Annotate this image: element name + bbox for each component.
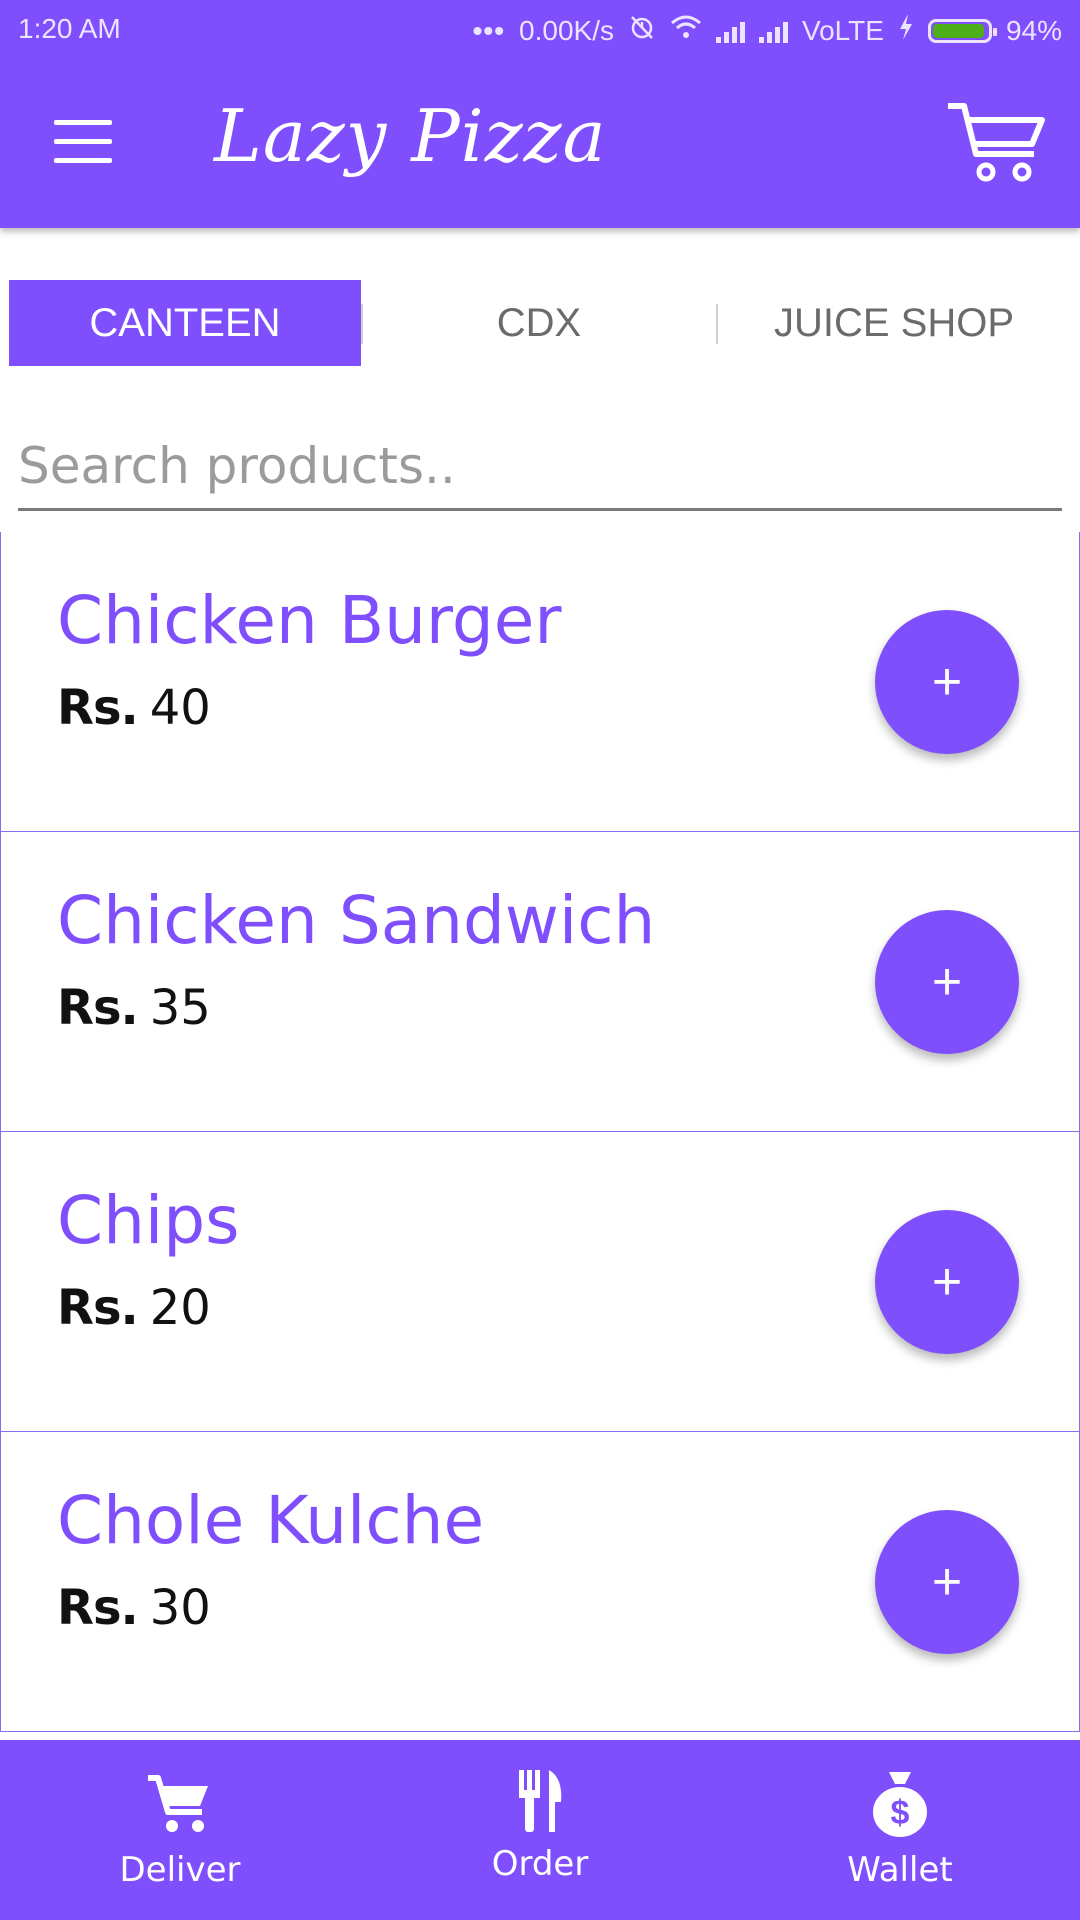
price-currency: Rs. bbox=[57, 1580, 139, 1636]
fork-knife-icon bbox=[519, 1770, 562, 1832]
price-value: 40 bbox=[149, 680, 211, 736]
app-title: Lazy Pizza bbox=[214, 94, 607, 178]
product-name: Chicken Burger bbox=[57, 582, 562, 659]
price-currency: Rs. bbox=[57, 680, 139, 736]
product-list: Chicken Burger Rs. 40 + Chicken Sandwich … bbox=[0, 532, 1080, 1740]
network-speed: 0.00K/s bbox=[519, 14, 614, 46]
app-bar: Lazy Pizza bbox=[0, 60, 1080, 228]
nav-wallet-label: Wallet bbox=[847, 1850, 953, 1890]
status-time: 1:20 AM bbox=[18, 13, 121, 44]
nav-order-label: Order bbox=[491, 1844, 589, 1884]
tab-canteen[interactable]: CANTEEN bbox=[9, 280, 361, 366]
nav-order[interactable]: Order bbox=[360, 1740, 720, 1920]
price-value: 35 bbox=[149, 980, 211, 1036]
nav-deliver[interactable]: Deliver bbox=[0, 1740, 360, 1920]
price-value: 20 bbox=[149, 1280, 211, 1336]
bottom-nav: Deliver Order $ Wallet bbox=[0, 1740, 1080, 1920]
hamburger-menu-icon[interactable] bbox=[54, 120, 112, 164]
money-bag-icon: $ bbox=[873, 1772, 927, 1837]
svg-text:$: $ bbox=[891, 1794, 910, 1832]
add-to-cart-button[interactable]: + bbox=[875, 1510, 1019, 1654]
add-to-cart-button[interactable]: + bbox=[875, 1210, 1019, 1354]
tab-juice-shop[interactable]: JUICE SHOP bbox=[717, 280, 1071, 366]
price-currency: Rs. bbox=[57, 1280, 139, 1336]
product-price: Rs. 20 bbox=[57, 1280, 211, 1336]
alarm-off-icon bbox=[628, 13, 656, 48]
product-price: Rs. 35 bbox=[57, 980, 211, 1036]
add-to-cart-button[interactable]: + bbox=[875, 910, 1019, 1054]
list-item: Chicken Sandwich Rs. 35 + bbox=[0, 832, 1080, 1132]
nav-deliver-label: Deliver bbox=[119, 1850, 241, 1890]
network-type: VoLTE bbox=[801, 14, 884, 46]
charging-icon bbox=[898, 14, 914, 47]
nav-wallet[interactable]: $ Wallet bbox=[720, 1740, 1080, 1920]
list-item: Chole Kulche Rs. 30 + bbox=[0, 1432, 1080, 1732]
product-price: Rs. 30 bbox=[57, 1580, 211, 1636]
shopping-cart-icon bbox=[148, 1775, 208, 1832]
add-to-cart-button[interactable]: + bbox=[875, 610, 1019, 754]
battery-icon bbox=[927, 18, 997, 43]
product-name: Chicken Sandwich bbox=[57, 882, 656, 959]
more-dots-icon: ••• bbox=[472, 14, 506, 46]
cart-icon[interactable] bbox=[946, 100, 1046, 186]
category-tabs: CANTEEN CDX JUICE SHOP bbox=[0, 280, 1080, 368]
product-name: Chole Kulche bbox=[57, 1482, 485, 1559]
status-bar: 1:20 AM ••• 0.00K/s VoLTE 94% bbox=[0, 0, 1080, 60]
tab-cdx[interactable]: CDX bbox=[362, 280, 716, 366]
product-price: Rs. 40 bbox=[57, 680, 211, 736]
status-icons: ••• 0.00K/s VoLTE 94% bbox=[473, 13, 1062, 48]
search-input[interactable] bbox=[18, 424, 1062, 511]
battery-percent: 94% bbox=[1005, 14, 1062, 46]
list-item: Chips Rs. 20 + bbox=[0, 1132, 1080, 1432]
signal-2-icon bbox=[758, 19, 788, 43]
signal-1-icon bbox=[715, 19, 745, 43]
list-item: Chicken Burger Rs. 40 + bbox=[0, 532, 1080, 832]
price-value: 30 bbox=[149, 1580, 211, 1636]
wifi-icon bbox=[670, 14, 702, 47]
product-name: Chips bbox=[57, 1182, 240, 1259]
price-currency: Rs. bbox=[57, 980, 139, 1036]
